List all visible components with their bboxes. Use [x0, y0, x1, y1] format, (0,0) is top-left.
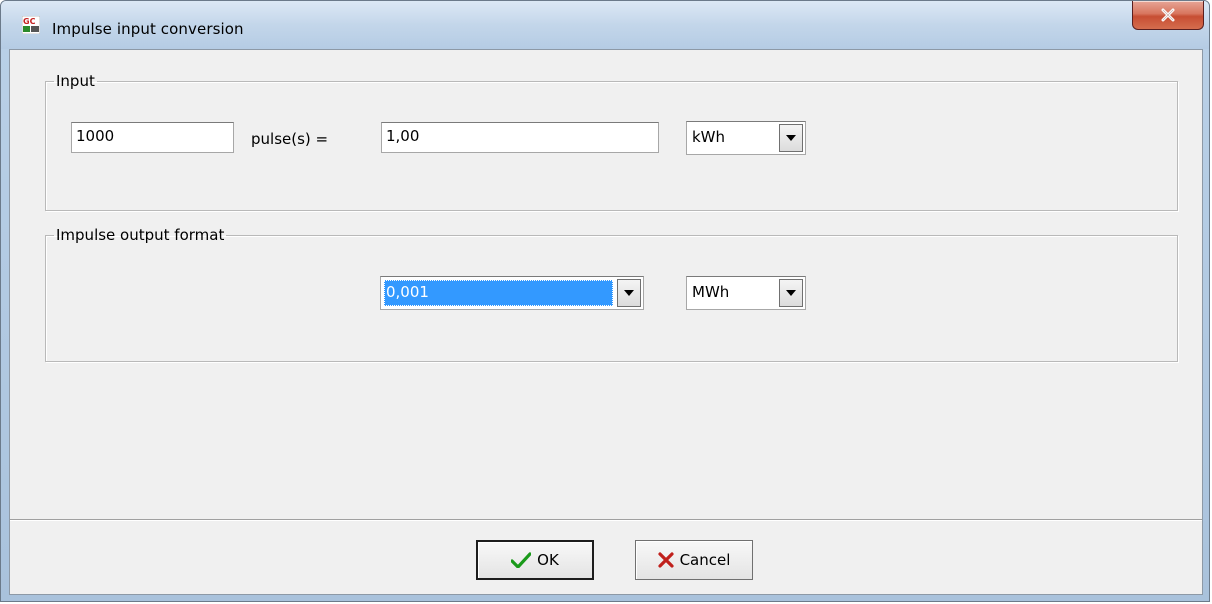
pulses-label: pulse(s) = [251, 130, 329, 148]
dialog-client-area: Input 1000 pulse(s) = 1,00 kWh Impulse o… [9, 49, 1203, 595]
ok-button-label: OK [537, 551, 559, 569]
output-unit-select[interactable]: MWh [686, 276, 806, 310]
footer-separator [10, 519, 1202, 521]
chevron-down-icon [786, 135, 796, 141]
chevron-down-icon [624, 290, 634, 296]
cancel-button-label: Cancel [679, 551, 731, 569]
input-unit-value: kWh [692, 128, 726, 146]
close-button[interactable] [1132, 1, 1204, 30]
window-title: Impulse input conversion [52, 20, 244, 38]
output-group-legend: Impulse output format [56, 226, 225, 244]
amount-input[interactable]: 1,00 [381, 122, 659, 153]
cancel-button[interactable]: Cancel [635, 540, 753, 580]
close-icon [1161, 8, 1175, 22]
output-unit-dropdown-button[interactable] [779, 279, 803, 307]
cancel-x-icon [657, 552, 674, 568]
pulses-input[interactable]: 1000 [71, 122, 234, 153]
input-group-legend: Input [56, 72, 95, 90]
output-format-dropdown-button[interactable] [617, 279, 641, 307]
chevron-down-icon [786, 290, 796, 296]
output-format-select[interactable]: 0,001 [380, 276, 644, 310]
output-format-value: 0,001 [384, 280, 613, 306]
input-unit-select[interactable]: kWh [686, 121, 806, 155]
ok-button[interactable]: OK [476, 540, 594, 580]
dialog-window: GC Impulse input conversion Input 1000 p… [0, 0, 1210, 602]
svg-text:GC: GC [23, 17, 36, 26]
input-unit-dropdown-button[interactable] [779, 124, 803, 152]
gc-app-icon: GC [22, 16, 40, 34]
output-unit-value: MWh [692, 283, 730, 301]
checkmark-icon [511, 552, 532, 568]
title-bar[interactable]: GC Impulse input conversion [1, 1, 1209, 49]
